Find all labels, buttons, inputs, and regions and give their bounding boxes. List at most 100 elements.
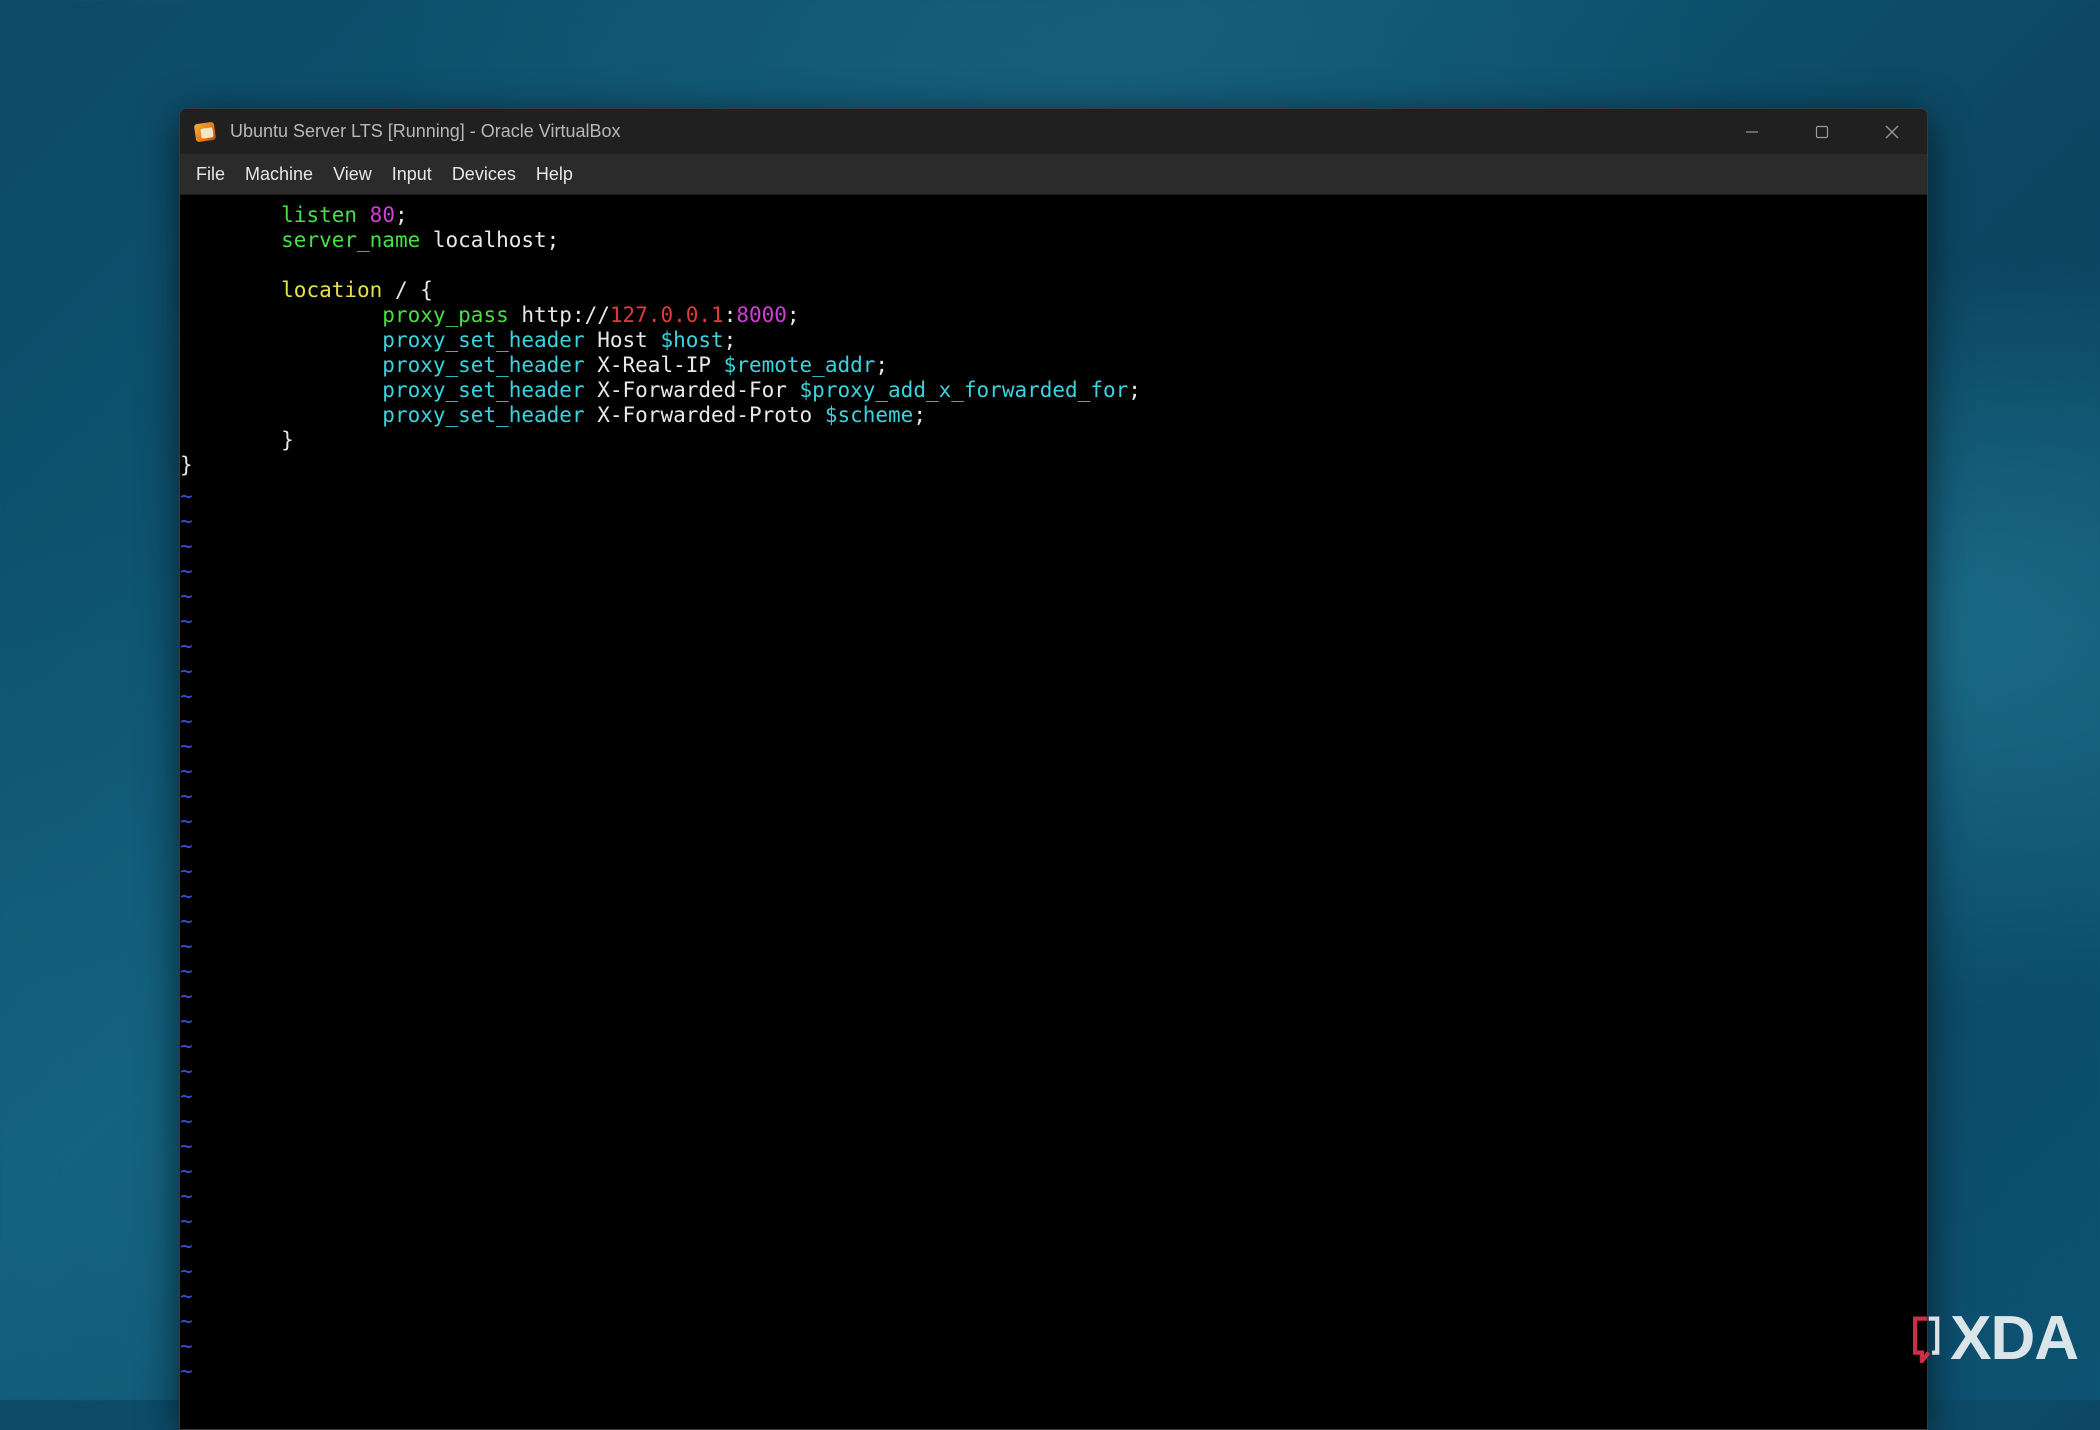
code-token: $proxy_add_x_forwarded_for: [799, 378, 1129, 402]
code-token: }: [180, 428, 294, 452]
code-token: Host: [584, 328, 661, 352]
window-title: Ubuntu Server LTS [Running] - Oracle Vir…: [230, 121, 621, 141]
code-token: ;: [1128, 378, 1141, 402]
menu-bar: File Machine View Input Devices Help: [180, 154, 1927, 195]
empty-line-marker: ~: [180, 759, 193, 783]
empty-line-marker: ~: [180, 1184, 193, 1208]
empty-line-marker: ~: [180, 559, 193, 583]
code-token: X-Real-IP: [584, 353, 724, 377]
code-token: server_name: [281, 228, 421, 252]
empty-line-marker: ~: [180, 909, 193, 933]
editor-line: proxy_set_header X-Forwarded-For $proxy_…: [180, 378, 1927, 403]
code-token: X-Forwarded-Proto: [584, 403, 825, 427]
empty-line-marker: ~: [180, 709, 193, 733]
empty-line-marker: ~: [180, 934, 193, 958]
editor-line: proxy_pass http://127.0.0.1:8000;: [180, 303, 1927, 328]
empty-line-marker: ~: [180, 1359, 193, 1383]
empty-line-marker: ~: [180, 1234, 193, 1258]
code-token: $host: [660, 328, 724, 352]
code-token: ;: [875, 353, 889, 377]
code-token: proxy_pass: [382, 303, 509, 327]
virtualbox-icon: [192, 119, 218, 145]
code-token: proxy_set_header: [382, 328, 585, 352]
empty-line-marker: ~: [180, 1209, 193, 1233]
empty-line-marker: ~: [180, 659, 193, 683]
vm-console-editor[interactable]: listen 80; server_name localhost; locati…: [180, 195, 1927, 1429]
menu-devices[interactable]: Devices: [442, 154, 526, 194]
empty-line-marker: ~: [180, 1309, 193, 1333]
empty-line-marker: ~: [180, 1334, 193, 1358]
empty-line-marker: ~: [180, 834, 193, 858]
code-token: $scheme: [824, 403, 914, 427]
empty-line-marker: ~: [180, 634, 193, 658]
close-icon: [1885, 125, 1899, 138]
xda-logo-icon: [1913, 1316, 1940, 1363]
editor-line: server_name localhost;: [180, 228, 1927, 253]
empty-line-marker: ~: [180, 1084, 193, 1108]
code-token: ;: [394, 203, 408, 227]
code-token: 80: [369, 203, 395, 227]
empty-line-marker: ~: [180, 1159, 193, 1183]
editor-line: location / {: [180, 278, 1927, 303]
code-token: proxy_set_header: [382, 378, 585, 402]
editor-line: listen 80;: [180, 203, 1927, 228]
code-token: }: [180, 453, 193, 477]
code-token: ;: [786, 303, 800, 327]
virtualbox-window: Ubuntu Server LTS [Running] - Oracle Vir…: [179, 108, 1928, 1430]
empty-line-marker: ~: [180, 509, 193, 533]
editor-line: }: [180, 453, 1927, 478]
code-token: http://: [508, 303, 610, 327]
menu-help[interactable]: Help: [526, 154, 583, 194]
empty-line-marker: ~: [180, 1284, 193, 1308]
editor-line: }: [180, 428, 1927, 453]
empty-line-marker: ~: [180, 584, 193, 608]
code-token: X-Forwarded-For: [584, 378, 800, 402]
menu-input[interactable]: Input: [382, 154, 442, 194]
editor-line: proxy_set_header X-Forwarded-Proto $sche…: [180, 403, 1927, 428]
menu-view[interactable]: View: [323, 154, 382, 194]
code-token: 127.0.0.1: [609, 303, 724, 327]
empty-line-marker: ~: [180, 1259, 193, 1283]
menu-machine[interactable]: Machine: [235, 154, 323, 194]
code-token: :: [723, 303, 737, 327]
empty-line-marker: ~: [180, 734, 193, 758]
title-bar[interactable]: Ubuntu Server LTS [Running] - Oracle Vir…: [180, 109, 1927, 154]
empty-line-marker: ~: [180, 984, 193, 1008]
editor-line: proxy_set_header X-Real-IP $remote_addr;: [180, 353, 1927, 378]
code-token: $remote_addr: [723, 353, 876, 377]
empty-line-marker: ~: [180, 1109, 193, 1133]
empty-line-marker: ~: [180, 784, 193, 808]
code-token: ;: [913, 403, 926, 427]
empty-line-marker: ~: [180, 534, 193, 558]
empty-line-marker: ~: [180, 884, 193, 908]
code-token: localhost;: [420, 228, 560, 252]
empty-line-marker: ~: [180, 1034, 193, 1058]
window-controls: [1717, 109, 1927, 154]
close-button[interactable]: [1857, 109, 1927, 154]
empty-line-marker: ~: [180, 809, 193, 833]
empty-line-marker: ~: [180, 859, 193, 883]
code-token: proxy_set_header: [382, 403, 585, 427]
code-token: proxy_set_header: [382, 353, 585, 377]
menu-file[interactable]: File: [186, 154, 235, 194]
code-token: listen: [281, 203, 358, 227]
empty-line-marker: ~: [180, 959, 193, 983]
code-token: ;: [723, 328, 737, 352]
xda-text: XDA: [1950, 1304, 2079, 1373]
code-token: 8000: [736, 303, 787, 327]
minimize-icon: [1746, 130, 1758, 133]
empty-line-marker: ~: [180, 684, 193, 708]
minimize-button[interactable]: [1717, 109, 1787, 154]
code-token: location: [281, 278, 383, 302]
empty-line-marker: ~: [180, 484, 193, 508]
maximize-button[interactable]: [1787, 109, 1857, 154]
